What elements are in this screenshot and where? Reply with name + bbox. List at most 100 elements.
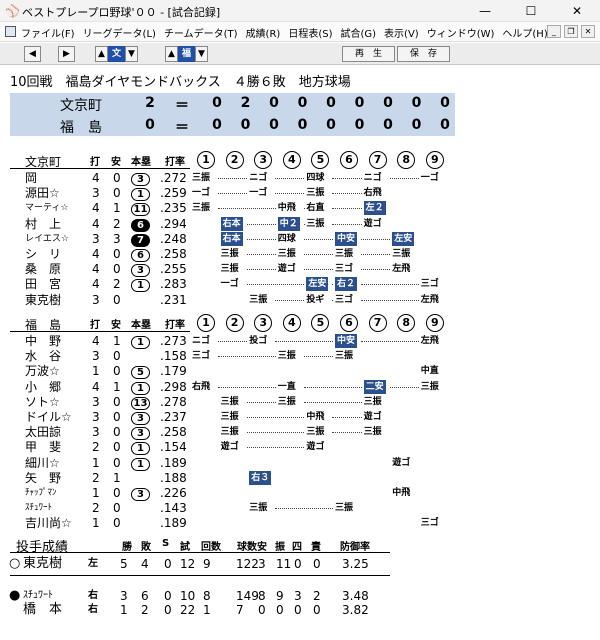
- inning-label: 5: [311, 314, 330, 332]
- inning-label: 4: [282, 314, 301, 332]
- menu-item[interactable]: 試合(G): [340, 25, 376, 40]
- mdi-minimize-button[interactable]: _: [547, 25, 561, 38]
- player-name: 甲 斐: [25, 440, 62, 455]
- inning-label: 2: [225, 151, 244, 169]
- player-name: 岡: [25, 171, 38, 185]
- save-button[interactable]: 保 存: [397, 46, 450, 62]
- inning-label: 2: [225, 314, 244, 332]
- menu-item[interactable]: 表示(V): [384, 25, 419, 40]
- menu-item[interactable]: チームデータ(T): [164, 25, 238, 40]
- player-hr: 3: [131, 427, 150, 441]
- close-button[interactable]: ✕: [554, 0, 600, 22]
- col-avg-header: 打率: [165, 157, 185, 168]
- team1-button[interactable]: 文: [108, 46, 125, 62]
- leader-dots: [361, 269, 391, 271]
- team2-up-button[interactable]: ▲: [165, 46, 178, 62]
- player-row[interactable]: 細川☆ 1 0 1 .189 遊ゴ: [0, 455, 600, 471]
- title-bar: ⚾ ベストプレープロ野球'００ - [試合記録] — ☐ ✕: [0, 0, 600, 22]
- leader-dots: [246, 223, 276, 225]
- pitching-stat: 11: [276, 557, 292, 571]
- pitching-col-header: 試: [180, 542, 190, 553]
- divider: [10, 575, 390, 576]
- pitching-stat: 3: [258, 557, 266, 571]
- player-row[interactable]: ｽﾁｭﾜｰﾄ 2 0 .143 三振 三振: [0, 500, 600, 516]
- player-row[interactable]: 田 宮 4 2 1 .283 一ゴ 左安 右２ 三ゴ: [0, 276, 600, 293]
- pitcher-row[interactable]: ○ 東克樹左 5 4 0 12 9 122 3 11 0 0 3.25: [0, 556, 600, 572]
- pitcher-row[interactable]: 橋 本右 1 2 0 22 1 7 0 0 0 0 3.82: [0, 602, 600, 618]
- mdi-close-button[interactable]: ✕: [581, 25, 595, 38]
- player-row[interactable]: 矢 野 2 1 .188 右３: [0, 470, 600, 486]
- scoreboard-inning: 0: [212, 95, 222, 111]
- player-row[interactable]: 甲 斐 2 0 1 .154 遊ゴ 遊ゴ: [0, 439, 600, 456]
- menu-item[interactable]: ファイル(F): [21, 25, 75, 40]
- player-row[interactable]: 源田☆ 3 0 1 .259 一ゴ 一ゴ 三振 右飛: [0, 185, 600, 202]
- player-row[interactable]: 中 野 4 1 1.273 ニゴ 投ゴ 中安 左飛: [0, 333, 600, 349]
- at-bat-result: 中安: [335, 231, 358, 246]
- menu-item[interactable]: ヘルプ(H): [502, 25, 547, 40]
- player-row[interactable]: 太田諒 3 0 3 .258 三振 三振 三振: [0, 424, 600, 441]
- pitching-stat: 0: [258, 603, 266, 617]
- at-bat-result: 遊ゴ: [277, 264, 296, 275]
- prev-arrow-button[interactable]: ◀: [24, 46, 41, 62]
- mdi-restore-button[interactable]: ❐: [564, 25, 578, 38]
- document-icon[interactable]: [5, 26, 16, 37]
- player-hits: 0: [113, 262, 121, 277]
- team2-down-button[interactable]: ▼: [195, 46, 208, 62]
- menu-item[interactable]: 成績(R): [246, 25, 281, 40]
- at-bat-result: 投ゴ: [249, 336, 268, 346]
- player-hits: 0: [113, 410, 121, 424]
- toolbar: ◀ ▶ ▲ 文 ▼ ▲ 福 ▼ 再 生 保 存: [0, 43, 600, 65]
- replay-button[interactable]: 再 生: [342, 46, 395, 62]
- player-row[interactable]: 村 上 4 2 6 .294 右本 中２ 三振 遊ゴ: [0, 216, 600, 232]
- player-row[interactable]: レイエス☆ 3 3 7.248 右本 四球 中安 左安: [0, 231, 600, 247]
- menu-item[interactable]: 日程表(S): [288, 25, 332, 40]
- player-row[interactable]: 東克樹 3 0 .231 三振 投ギ 三ゴ 左飛: [0, 292, 600, 308]
- leader-dots: [389, 386, 419, 388]
- divider: [10, 331, 190, 332]
- player-row[interactable]: マーティ☆ 4 1 11.235 三振 中飛 右直 左２: [0, 200, 600, 217]
- player-avg: .231: [160, 292, 187, 307]
- scoreboard-inning: 0: [411, 117, 422, 133]
- team1-down-button[interactable]: ▼: [125, 46, 138, 62]
- pitching-stat: 9: [203, 557, 211, 571]
- scoreboard: 文京町 2 ＝ 0 2 0 0 0 0 0 0 0 福 島 0 ＝ 0 0 0 0 0 0 0 0 0: [10, 93, 455, 136]
- next-arrow-button[interactable]: ▶: [58, 46, 75, 62]
- player-row[interactable]: ソト☆ 3 0 13 .278 三振 三振 三振: [0, 394, 600, 410]
- pitching-col-header: 球数: [237, 542, 257, 553]
- player-row[interactable]: 桑 原 4 0 3 .255 三振 遊ゴ 三ゴ 左飛: [0, 261, 600, 278]
- maximize-button[interactable]: ☐: [508, 0, 554, 22]
- player-row[interactable]: 小 郷 4 1 1.298 右飛 一直 二安 三振: [0, 379, 600, 395]
- player-row[interactable]: ﾁｬｯﾌﾟﾏﾝ 1 0 3 .226 中飛: [0, 485, 600, 501]
- pitching-col-header: 四: [292, 542, 302, 553]
- pitching-col-header: 勝: [122, 542, 132, 553]
- col-ab-header: 打: [90, 320, 100, 331]
- menu-bar: ファイル(F) リーグデータ(L) チームデータ(T) 成績(R) 日程表(S) 試合(G…: [0, 22, 600, 42]
- inning-label: 8: [397, 314, 416, 332]
- player-row[interactable]: 万波☆ 1 0 5 .179 中直: [0, 363, 600, 380]
- at-bat-result: 三振: [420, 381, 439, 392]
- minimize-button[interactable]: —: [462, 0, 508, 22]
- at-bat-result: 三ゴ: [335, 264, 354, 275]
- player-row[interactable]: ドイル☆ 3 0 3 .237 三振 中飛 遊ゴ: [0, 409, 600, 425]
- menu-item[interactable]: ウィンドウ(W): [427, 25, 495, 40]
- player-row[interactable]: 岡 4 0 3 .272 三振 ニゴ 四球 ニゴ 一ゴ: [0, 170, 600, 186]
- player-row[interactable]: 水 谷 3 0 .158 三ゴ 三振 三振: [0, 348, 600, 364]
- at-bat-result: 三ゴ: [420, 279, 439, 290]
- player-hits: 0: [113, 349, 121, 364]
- player-hr-cell: 6: [131, 246, 150, 262]
- at-bat-result: 一ゴ: [220, 279, 239, 290]
- at-bat-result: 三振: [277, 249, 296, 259]
- leader-dots: [246, 417, 305, 418]
- player-avg: .298: [160, 379, 187, 394]
- team2-button[interactable]: 福: [178, 46, 195, 62]
- player-row[interactable]: 吉川尚☆ 1 0 .189 三ゴ: [0, 515, 600, 531]
- inning-label: 7: [368, 151, 387, 169]
- at-bat-result: 遊ゴ: [363, 218, 382, 229]
- player-hits: 0: [113, 247, 121, 261]
- at-bat-result: 投ギ: [306, 294, 325, 305]
- player-row[interactable]: シ リ 4 0 6 .258 三振 三振 三振 三振: [0, 246, 600, 262]
- leader-dots: [275, 508, 333, 510]
- scoreboard-inning: 0: [240, 117, 251, 133]
- team1-up-button[interactable]: ▲: [95, 46, 108, 62]
- menu-item[interactable]: リーグデータ(L): [83, 25, 156, 40]
